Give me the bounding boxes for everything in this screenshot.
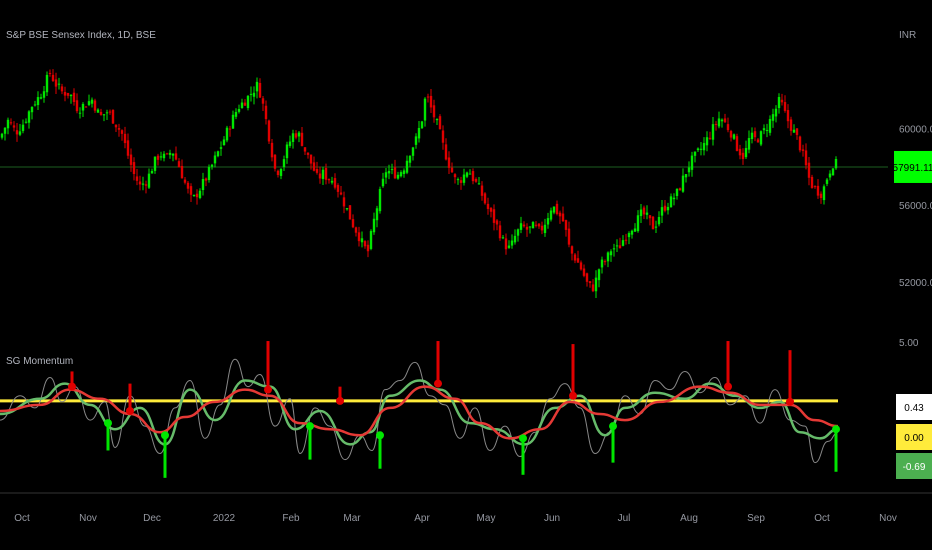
chart-canvas[interactable]: 52000.00 56000.00 60000.00 57991.11 5.00 0.4… (0, 0, 932, 550)
candle[interactable] (378, 186, 382, 214)
osc-axis-tick-0: 5.00 (899, 338, 919, 349)
candle[interactable] (810, 174, 814, 189)
candle[interactable] (438, 114, 442, 130)
time-axis-label: Feb (282, 513, 300, 524)
time-axis-label: Mar (343, 513, 361, 524)
candle[interactable] (483, 192, 487, 205)
osc-last-value-badge: 0.43 (896, 394, 932, 420)
time-axis-label: Nov (879, 513, 897, 524)
time-axis-label: Dec (143, 513, 161, 524)
svg-text:57991.11: 57991.11 (893, 163, 932, 174)
candle[interactable] (420, 120, 424, 130)
time-axis-label: 2022 (213, 513, 236, 524)
price-axis-tick-2: 60000.00 (899, 124, 932, 135)
candle[interactable] (651, 215, 655, 230)
time-axis-label: Oct (814, 513, 830, 524)
currency-label: INR (899, 30, 916, 41)
price-axis-tick-1: 56000.00 (899, 201, 932, 212)
candle[interactable] (798, 135, 802, 153)
time-axis-label: Apr (414, 513, 430, 524)
candle[interactable] (348, 205, 352, 220)
svg-text:0.43: 0.43 (904, 403, 924, 414)
svg-text:0.00: 0.00 (904, 433, 924, 444)
candle[interactable] (759, 130, 763, 147)
time-axis-label: May (477, 513, 496, 524)
time-axis-label: Sep (747, 513, 765, 524)
candle[interactable] (831, 168, 835, 176)
chart-title: S&P BSE Sensex Index, 1D, BSE (6, 30, 156, 41)
osc-last-value-badge: 0.00 (896, 424, 932, 450)
last-price-badge: 57991.11 (893, 150, 932, 183)
time-axis-label: Oct (14, 513, 30, 524)
price-axis-tick-0: 52000.00 (899, 278, 932, 289)
candle[interactable] (111, 109, 115, 125)
candle[interactable] (207, 164, 211, 183)
candle[interactable] (735, 133, 739, 152)
time-axis-label: Jul (618, 513, 631, 524)
time-axis-label: Nov (79, 513, 97, 524)
time-axis-label: Aug (680, 513, 698, 524)
svg-text:-0.69: -0.69 (903, 462, 926, 473)
osc-last-value-badge: -0.69 (896, 453, 932, 479)
indicator-title: SG Momentum (6, 356, 73, 367)
candle[interactable] (369, 229, 373, 251)
candle[interactable] (267, 119, 271, 144)
chart-background (0, 0, 932, 550)
candle[interactable] (531, 221, 535, 229)
time-axis-label: Jun (544, 513, 560, 524)
candle[interactable] (225, 125, 229, 143)
